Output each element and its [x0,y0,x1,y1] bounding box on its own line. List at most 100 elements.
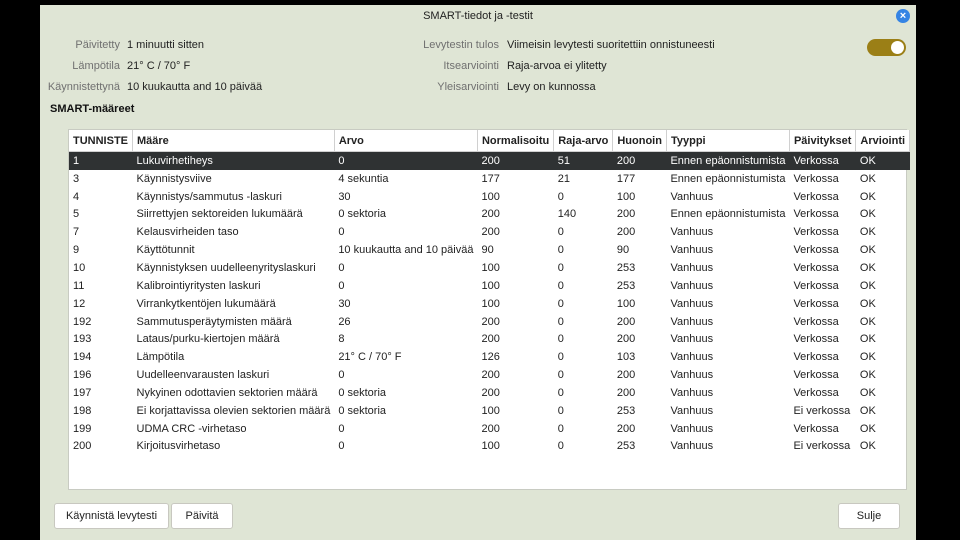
col-normalized-cell: 200 [481,422,500,435]
close-icon[interactable]: × [896,9,910,23]
col-normalized-cell: 126 [481,351,500,364]
col-type-cell: Vanhuus [670,351,714,364]
col-value-cell: 30 [338,190,351,203]
self-assessment-value: Raja-arvoa ei ylitetty [507,60,607,72]
table-row[interactable]: 11 Kalibrointiyritysten laskuri 0 100 0 253 Va… [69,277,910,295]
updated-value: 1 minuutti sitten [127,39,205,51]
col-value-header[interactable]: Arvo [334,130,478,152]
col-worst-cell: 200 [616,333,636,346]
table-row[interactable]: 196 Uudelleenvarausten laskuri 0 200 0 200 Van… [69,366,910,384]
disk-test-result-value: Viimeisin levytesti suoritettiin onnistu… [507,39,715,51]
col-assessment-header[interactable]: Arviointi [855,130,911,152]
col-attribute-cell: Siirrettyjen sektoreiden lukumäärä [136,208,303,221]
table-row[interactable]: 9 Käyttötunnit 10 kuukautta and 10 päivää 9… [69,241,910,259]
col-normalized-cell: 200 [481,315,500,328]
col-id-cell: 9 [73,244,80,257]
col-updates-cell: Ei verkossa [793,404,851,417]
col-updates-cell: Ei verkossa [793,440,851,453]
col-type-cell: Vanhuus [670,422,714,435]
attributes-table: TUNNISTE Määre Arvo Normalisoitu Raja-arvo Hu… [69,130,911,456]
col-worst-cell: 253 [616,279,636,292]
col-threshold-cell: 0 [557,440,564,453]
col-type-cell: Vanhuus [670,404,714,417]
overall-assessment-label: Yleisarviointi [437,81,499,93]
col-updates-cell: Verkossa [793,226,839,239]
table-row[interactable]: 12 Virrankytkentöjen lukumäärä 30 100 0 100 Va… [69,295,910,313]
col-type-cell: Ennen epäonnistumista [666,151,790,170]
col-assessment-cell: OK [859,226,876,239]
col-assessment-cell: OK [859,422,876,435]
col-normalized-cell: 100 [481,261,500,274]
col-normalized-cell: 177 [481,172,500,185]
col-normalized-cell: 200 [481,369,500,382]
col-updates-cell: Verkossa [793,244,839,257]
col-attribute-header[interactable]: Määre [132,130,335,152]
table-row[interactable]: 5 Siirrettyjen sektoreiden lukumäärä 0 sek… [69,206,910,224]
col-assessment-cell: OK [859,440,876,453]
col-type-header[interactable]: Tyyppi [666,130,790,152]
col-normalized-cell: 100 [481,297,500,310]
col-threshold-cell: 0 [557,226,564,239]
col-value-cell: 10 kuukautta and 10 päivää [338,244,474,257]
col-worst-cell: 200 [612,151,667,170]
col-worst-header[interactable]: Huonoin [612,130,667,152]
powered-on-label: Käynnistettynä [47,81,120,93]
col-updates-cell: Verkossa [793,279,839,292]
start-disk-test-button[interactable]: Käynnistä levytesti [54,503,169,529]
table-row[interactable]: 193 Lataus/purku-kiertojen määrä 8 200 0 200 V… [69,330,910,348]
col-id-cell: 4 [73,190,80,203]
table-row[interactable]: 1 Lukuvirhetiheys 0 200 51 200 Ennen epäonnist… [69,151,910,170]
table-row[interactable]: 10 Käynnistyksen uudelleenyrityslaskuri 0 1… [69,259,910,277]
col-value-cell: 0 sektoria [338,208,387,221]
col-id-cell: 10 [73,261,86,274]
col-type-cell: Vanhuus [670,190,714,203]
table-row[interactable]: 198 Ei korjattavissa olevien sektorien mä… [69,402,910,420]
table-row[interactable]: 7 Kelausvirheiden taso 0 200 0 200 Vanhuus Verk… [69,223,910,241]
table-row[interactable]: 4 Käynnistys/sammutus -laskuri 30 100 0 100 Va… [69,188,910,206]
col-worst-cell: 253 [616,261,636,274]
col-id-cell: 7 [73,226,80,239]
col-id-header[interactable]: TUNNISTE [69,130,133,152]
smart-enabled-toggle[interactable] [867,39,906,56]
table-row[interactable]: 197 Nykyinen odottavien sektorien määrä 0 … [69,384,910,402]
col-normalized-header[interactable]: Normalisoitu [477,130,555,152]
col-attribute-cell: Lämpötila [136,351,185,364]
col-attribute-cell: Käynnistyksen uudelleenyrityslaskuri [136,261,316,274]
col-normalized-cell: 200 [477,151,554,170]
col-type-cell: Vanhuus [670,261,714,274]
col-worst-cell: 90 [616,244,630,257]
col-type-cell: Vanhuus [670,279,714,292]
col-type-cell: Vanhuus [670,297,714,310]
col-updates-header[interactable]: Päivitykset [789,130,857,152]
col-attribute-cell: Nykyinen odottavien sektorien määrä [136,386,318,399]
table-row[interactable]: 200 Kirjoitusvirhetaso 0 100 0 253 Vanhuus Ei v… [69,438,910,456]
table-row[interactable]: 199 UDMA CRC -virhetaso 0 200 0 200 Vanhuus Ver… [69,420,910,438]
table-row[interactable]: 194 Lämpötila 21° C / 70° F 126 0 103 Vanhuus V… [69,348,910,366]
col-worst-cell: 100 [616,297,636,310]
col-id-cell: 192 [73,315,92,328]
col-normalized-cell: 200 [481,208,500,221]
col-threshold-cell: 0 [557,315,564,328]
col-assessment-cell: OK [859,315,876,328]
col-id-cell: 194 [73,351,92,364]
table-row[interactable]: 3 Käynnistysviive 4 sekuntia 177 21 177 Ennen … [69,170,910,188]
col-threshold-cell: 0 [557,369,564,382]
col-attribute-cell: Käynnistysviive [136,172,212,185]
col-updates-cell: Verkossa [793,422,839,435]
col-value-cell: 0 [338,422,345,435]
refresh-button[interactable]: Päivitä [171,503,233,529]
col-normalized-cell: 100 [481,279,500,292]
col-worst-cell: 200 [616,386,636,399]
col-attribute-cell: Sammutusperäytymisten määrä [136,315,292,328]
col-threshold-cell: 0 [557,297,564,310]
col-worst-cell: 200 [616,315,636,328]
col-assessment-cell: OK [859,190,876,203]
col-attribute-cell: Käynnistys/sammutus -laskuri [136,190,283,203]
col-threshold-cell: 0 [557,279,564,292]
table-row[interactable]: 192 Sammutusperäytymisten määrä 26 200 0 200 V… [69,313,910,331]
col-attribute-cell: Lukuvirhetiheys [132,151,335,170]
col-threshold-header[interactable]: Raja-arvo [553,130,614,152]
col-assessment-cell: OK [855,151,910,170]
col-updates-cell: Verkossa [793,351,839,364]
close-button[interactable]: Sulje [838,503,900,529]
